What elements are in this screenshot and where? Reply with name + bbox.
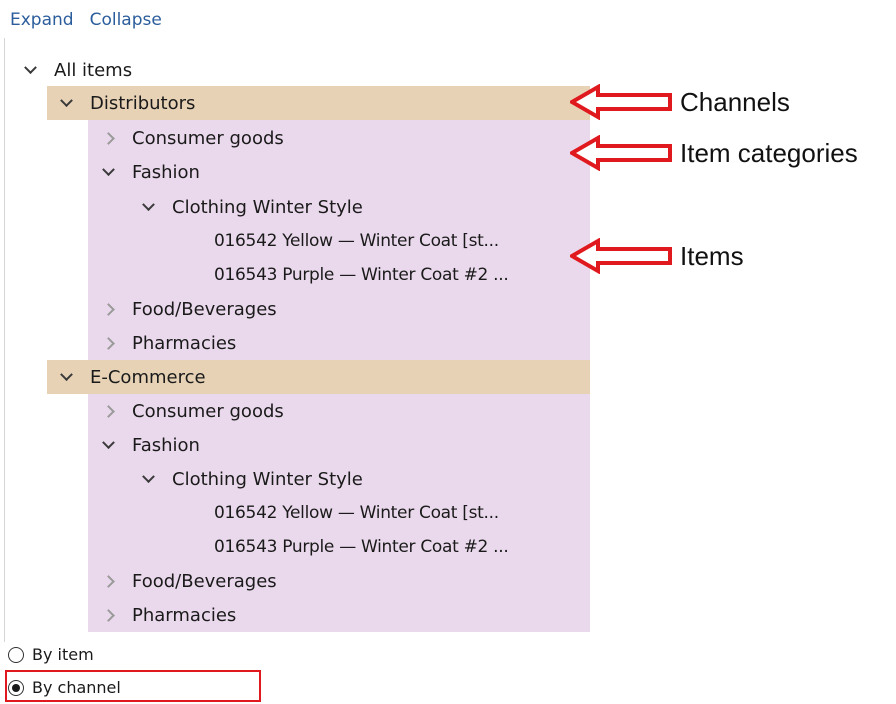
tree-node-label: 016543 Purple — Winter Coat #2 ...: [214, 537, 509, 557]
toolbar: Expand Collapse: [10, 10, 162, 34]
tree-node-subcategory[interactable]: Clothing Winter Style: [138, 190, 363, 224]
radio-selected-icon[interactable]: [8, 679, 24, 696]
chevron-right-icon[interactable]: [98, 336, 118, 350]
tree-node-category[interactable]: Pharmacies: [98, 326, 236, 360]
annotation-label: Items: [680, 240, 744, 271]
tree-node-category[interactable]: Consumer goods: [98, 121, 284, 155]
collapse-link[interactable]: Collapse: [90, 10, 162, 34]
tree-node-label: Pharmacies: [132, 332, 237, 354]
radio-by-channel[interactable]: By channel: [8, 678, 121, 697]
tree-node-category[interactable]: Fashion: [98, 428, 200, 462]
chevron-down-icon[interactable]: [98, 162, 118, 177]
chevron-right-icon[interactable]: [98, 608, 118, 622]
tree-node-item[interactable]: 016543 Purple — Winter Coat #2 ...: [214, 530, 509, 564]
chevron-right-icon[interactable]: [98, 574, 118, 588]
annotation-label: Channels: [680, 86, 790, 117]
tree-node-label: Food/Beverages: [132, 570, 277, 592]
tree-node-label: Consumer goods: [132, 400, 284, 422]
tree-node-label: 016542 Yellow — Winter Coat [st...: [214, 231, 499, 251]
tree-node-category[interactable]: Food/Beverages: [98, 564, 277, 598]
chevron-down-icon[interactable]: [138, 197, 158, 212]
tree-node-label: Clothing Winter Style: [172, 468, 363, 490]
annotation-item-categories: Item categories: [570, 135, 858, 171]
chevron-down-icon[interactable]: [138, 469, 158, 484]
chevron-down-icon[interactable]: [56, 93, 76, 108]
tree-node-label: Clothing Winter Style: [172, 196, 363, 218]
chevron-right-icon[interactable]: [98, 131, 118, 145]
tree-node-label: E-Commerce: [90, 366, 206, 388]
tree-node-label: 016542 Yellow — Winter Coat [st...: [214, 503, 499, 523]
radio-label: By channel: [32, 678, 121, 697]
chevron-down-icon[interactable]: [56, 367, 76, 382]
tree-node-label: Consumer goods: [132, 127, 284, 149]
expand-link[interactable]: Expand: [10, 10, 74, 34]
tree-node-label: Fashion: [132, 161, 200, 183]
annotation-label: Item categories: [680, 137, 858, 168]
tree-node-item[interactable]: 016543 Purple — Winter Coat #2 ...: [214, 258, 509, 292]
annotation-items: Items: [570, 238, 744, 274]
radio-circle-icon[interactable]: [8, 646, 24, 663]
tree-node-label: All items: [54, 59, 133, 81]
panel-left-border: [4, 38, 5, 642]
tree-node-channel-distributors[interactable]: Distributors: [56, 86, 195, 120]
red-arrow-icon: [570, 84, 672, 120]
chevron-right-icon[interactable]: [98, 302, 118, 316]
chevron-down-icon[interactable]: [20, 60, 40, 75]
red-arrow-icon: [570, 135, 672, 171]
chevron-down-icon[interactable]: [98, 435, 118, 450]
tree-node-label: 016543 Purple — Winter Coat #2 ...: [214, 265, 509, 285]
tree-node-category[interactable]: Pharmacies: [98, 598, 236, 632]
tree-node-category[interactable]: Consumer goods: [98, 394, 284, 428]
red-arrow-icon: [570, 238, 672, 274]
tree-node-channel-ecommerce[interactable]: E-Commerce: [56, 360, 206, 394]
tree-node-category[interactable]: Fashion: [98, 155, 200, 189]
tree-node-root[interactable]: All items: [20, 53, 132, 87]
tree-node-item[interactable]: 016542 Yellow — Winter Coat [st...: [214, 496, 499, 530]
radio-label: By item: [32, 645, 94, 664]
tree-node-label: Pharmacies: [132, 604, 237, 626]
tree-node-label: Distributors: [90, 92, 196, 114]
tree-node-category[interactable]: Food/Beverages: [98, 292, 277, 326]
tree-node-label: Food/Beverages: [132, 298, 277, 320]
tree-node-item[interactable]: 016542 Yellow — Winter Coat [st...: [214, 224, 499, 258]
chevron-right-icon[interactable]: [98, 404, 118, 418]
tree-node-label: Fashion: [132, 434, 200, 456]
annotation-channels: Channels: [570, 84, 790, 120]
tree-node-subcategory[interactable]: Clothing Winter Style: [138, 462, 363, 496]
radio-by-item[interactable]: By item: [8, 645, 94, 664]
